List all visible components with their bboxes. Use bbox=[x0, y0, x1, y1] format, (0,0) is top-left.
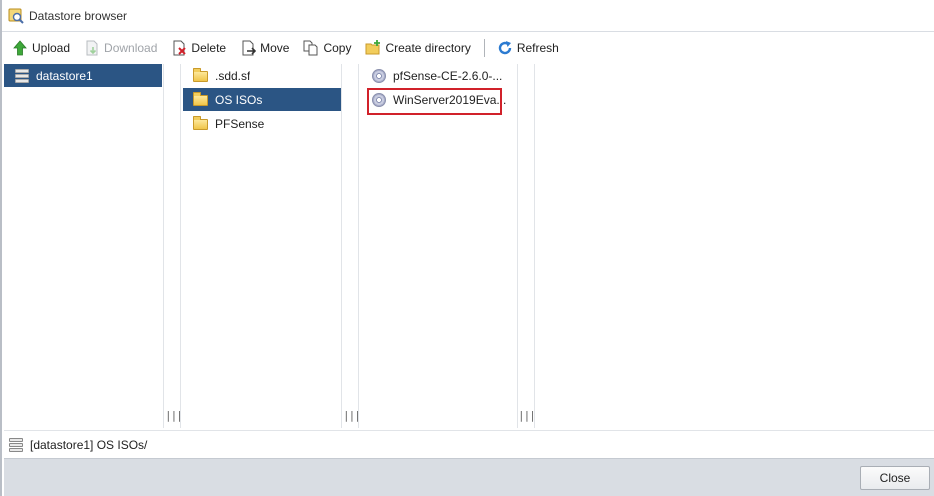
copy-button[interactable]: Copy bbox=[303, 36, 351, 60]
close-button[interactable]: Close bbox=[860, 466, 930, 490]
folder-label: .sdd.sf bbox=[215, 68, 251, 83]
datastore-browser-icon bbox=[8, 8, 24, 24]
delete-button[interactable]: Delete bbox=[171, 36, 226, 60]
folder-icon bbox=[193, 91, 209, 108]
toolbar: Upload Download Delete Move Copy Create … bbox=[2, 33, 934, 63]
create-directory-button[interactable]: Create directory bbox=[365, 36, 471, 60]
datastore-browser-window: Datastore browser Upload Download Delete… bbox=[0, 0, 934, 496]
column-resize-grip[interactable]: ||| bbox=[165, 409, 183, 423]
datastore-icon bbox=[8, 437, 24, 453]
datastore-icon bbox=[14, 68, 30, 84]
browser-panels: datastore1 ||| .sdd.sf OS ISOs PFSense |… bbox=[4, 64, 934, 428]
column-resize-grip[interactable]: ||| bbox=[518, 409, 536, 423]
datastore-label: datastore1 bbox=[36, 68, 93, 83]
folder-item-pfsense[interactable]: PFSense bbox=[183, 112, 341, 135]
file-column: pfSense-CE-2.6.0-... WinServer2019Eva... bbox=[358, 64, 518, 428]
current-path: [datastore1] OS ISOs/ bbox=[30, 437, 148, 452]
folder-item-os-isos[interactable]: OS ISOs bbox=[183, 88, 341, 111]
move-icon bbox=[240, 40, 257, 56]
folder-label: OS ISOs bbox=[215, 92, 263, 107]
folder-item-sdd-sf[interactable]: .sdd.sf bbox=[183, 64, 341, 87]
datastore-item-datastore1[interactable]: datastore1 bbox=[4, 64, 162, 87]
folder-icon bbox=[193, 67, 209, 84]
dialog-footer: Close bbox=[4, 458, 934, 496]
column-resize-grip[interactable]: ||| bbox=[343, 409, 361, 423]
selection-highlight-box bbox=[367, 88, 502, 115]
move-button[interactable]: Move bbox=[240, 36, 289, 60]
upload-button[interactable]: Upload bbox=[12, 36, 70, 60]
folder-icon bbox=[193, 115, 209, 132]
title-bar: Datastore browser bbox=[2, 0, 934, 32]
download-button[interactable]: Download bbox=[84, 36, 157, 60]
new-folder-icon bbox=[365, 40, 381, 56]
window-title: Datastore browser bbox=[29, 8, 128, 23]
refresh-icon bbox=[497, 40, 513, 56]
path-status-bar: [datastore1] OS ISOs/ bbox=[4, 430, 934, 458]
file-item-pfsense-iso[interactable]: pfSense-CE-2.6.0-... bbox=[361, 64, 515, 87]
copy-icon bbox=[303, 40, 319, 56]
delete-icon bbox=[171, 40, 187, 56]
preview-column bbox=[534, 64, 934, 428]
refresh-button[interactable]: Refresh bbox=[497, 36, 559, 60]
datastore-column: datastore1 bbox=[4, 64, 164, 428]
upload-arrow-icon bbox=[12, 40, 28, 56]
download-icon bbox=[84, 40, 100, 56]
disc-image-icon bbox=[371, 68, 387, 84]
folder-column: .sdd.sf OS ISOs PFSense bbox=[180, 64, 342, 428]
toolbar-separator bbox=[483, 39, 485, 57]
folder-label: PFSense bbox=[215, 116, 265, 131]
file-label: pfSense-CE-2.6.0-... bbox=[393, 68, 503, 83]
